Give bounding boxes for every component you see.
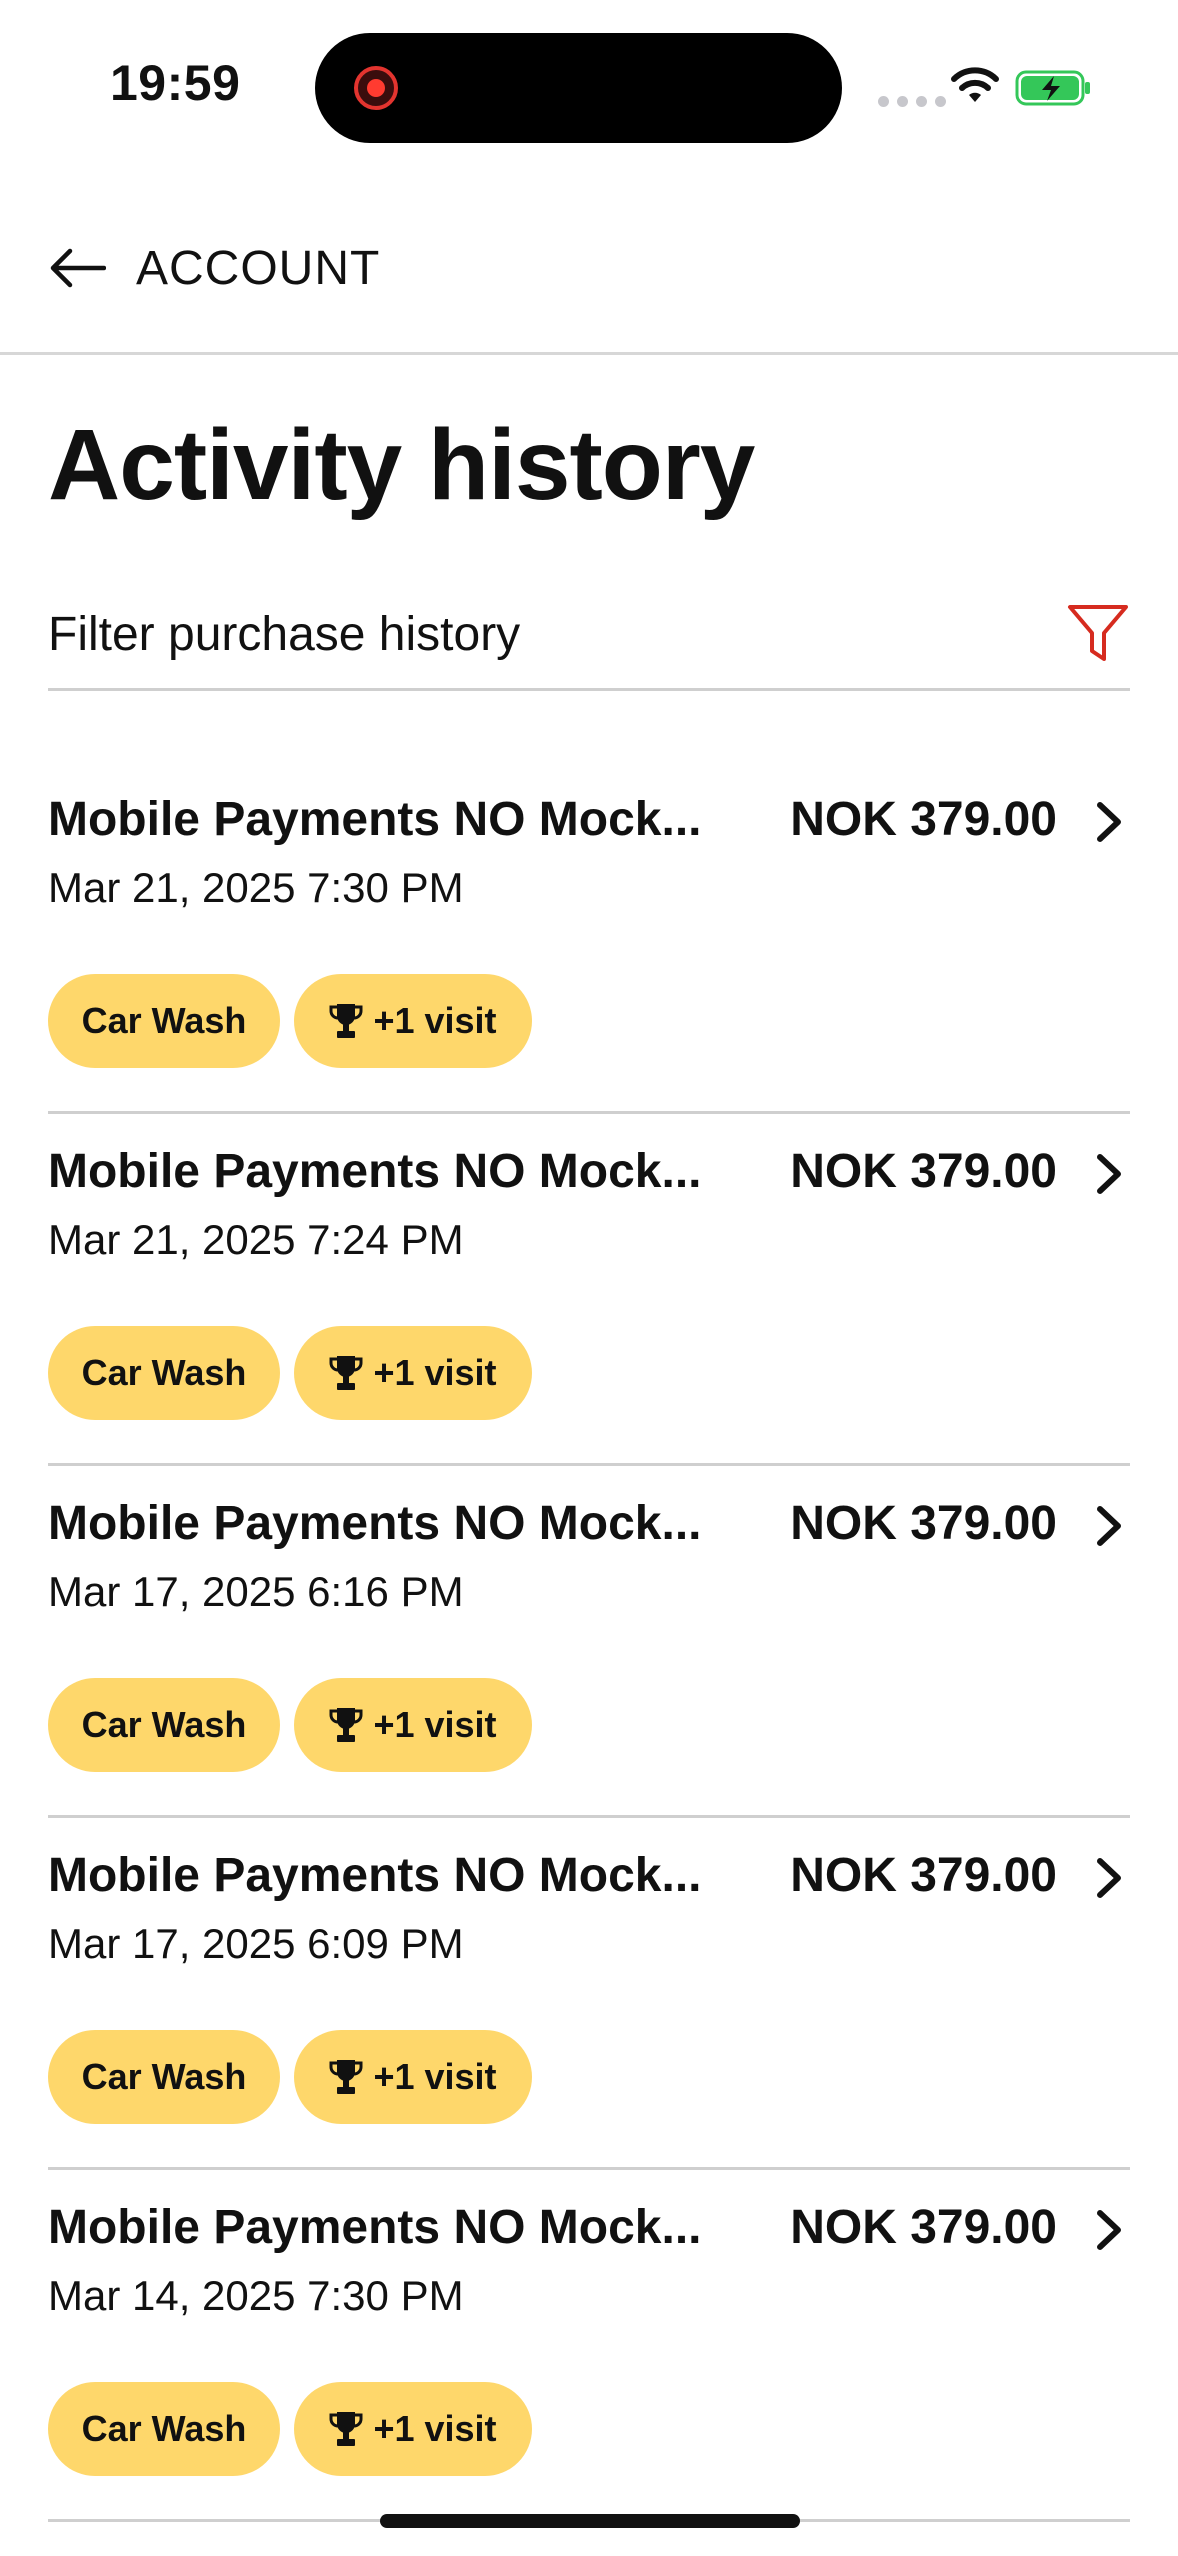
- amount: NOK 379.00: [790, 2201, 1057, 2254]
- top-nav-bar: ACCOUNT: [0, 190, 1178, 355]
- category-tag: Car Wash: [48, 2030, 280, 2124]
- category-tag: Car Wash: [48, 1326, 280, 1420]
- visit-label: +1 visit: [373, 2408, 497, 2449]
- back-label: ACCOUNT: [136, 241, 381, 295]
- visit-tag: +1 visit: [294, 1678, 532, 1772]
- activity-item[interactable]: Mobile Payments NO Mock... NOK 379.00 Ma…: [48, 1114, 1130, 1466]
- funnel-icon[interactable]: [1066, 601, 1130, 665]
- trophy-icon: [329, 2412, 363, 2446]
- merchant-name: Mobile Payments NO Mock...: [48, 1145, 702, 1198]
- chevron-right-icon: [1097, 1858, 1121, 1898]
- chevron-right-icon: [1097, 1506, 1121, 1546]
- visit-tag: +1 visit: [294, 2030, 532, 2124]
- amount: NOK 379.00: [790, 1849, 1057, 1902]
- category-tag: Car Wash: [48, 974, 280, 1068]
- purchase-date: Mar 21, 2025 7:30 PM: [48, 864, 464, 911]
- visit-tag: +1 visit: [294, 1326, 532, 1420]
- activity-list: Mobile Payments NO Mock... NOK 379.00 Ma…: [48, 762, 1130, 2522]
- tags: Car Wash +1 visit: [48, 2030, 532, 2124]
- merchant-name: Mobile Payments NO Mock...: [48, 1849, 702, 1902]
- chevron-right-icon: [1097, 802, 1121, 842]
- visit-tag: +1 visit: [294, 2382, 532, 2476]
- tags: Car Wash +1 visit: [48, 2382, 532, 2476]
- home-indicator[interactable]: [380, 2514, 800, 2528]
- visit-label: +1 visit: [373, 2056, 497, 2097]
- category-tag: Car Wash: [48, 2382, 280, 2476]
- chevron-right-icon: [1097, 2210, 1121, 2250]
- activity-item[interactable]: Mobile Payments NO Mock... NOK 379.00 Ma…: [48, 2170, 1130, 2522]
- activity-item[interactable]: Mobile Payments NO Mock... NOK 379.00 Ma…: [48, 1818, 1130, 2170]
- chevron-right-icon: [1097, 1154, 1121, 1194]
- status-time: 19:59: [110, 55, 241, 111]
- filter-label: Filter purchase history: [48, 608, 521, 661]
- purchase-date: Mar 17, 2025 6:09 PM: [48, 1920, 464, 1967]
- back-button[interactable]: ACCOUNT: [48, 228, 380, 308]
- purchase-date: Mar 14, 2025 7:30 PM: [48, 2272, 464, 2319]
- merchant-name: Mobile Payments NO Mock...: [48, 1497, 702, 1550]
- activity-history-screen: 19:59 ACCOUNT Activity history Filter pu…: [0, 0, 1178, 2556]
- amount: NOK 379.00: [790, 1497, 1057, 1550]
- purchase-date: Mar 21, 2025 7:24 PM: [48, 1216, 464, 1263]
- activity-item[interactable]: Mobile Payments NO Mock... NOK 379.00 Ma…: [48, 762, 1130, 1114]
- tags: Car Wash +1 visit: [48, 974, 532, 1068]
- visit-label: +1 visit: [373, 1000, 497, 1041]
- filter-purchase-history[interactable]: Filter purchase history: [48, 585, 1130, 691]
- category-tag: Car Wash: [48, 1678, 280, 1772]
- page-title: Activity history: [48, 409, 755, 521]
- merchant-name: Mobile Payments NO Mock...: [48, 2201, 702, 2254]
- purchase-date: Mar 17, 2025 6:16 PM: [48, 1568, 464, 1615]
- battery-charging-icon: [1015, 70, 1090, 106]
- visit-label: +1 visit: [373, 1352, 497, 1393]
- trophy-icon: [329, 1708, 363, 1742]
- visit-label: +1 visit: [373, 1704, 497, 1745]
- trophy-icon: [329, 2060, 363, 2094]
- trophy-icon: [329, 1356, 363, 1390]
- visit-tag: +1 visit: [294, 974, 532, 1068]
- merchant-name: Mobile Payments NO Mock...: [48, 793, 702, 846]
- activity-item[interactable]: Mobile Payments NO Mock... NOK 379.00 Ma…: [48, 1466, 1130, 1818]
- trophy-icon: [329, 1004, 363, 1038]
- signal-icon: [878, 96, 946, 107]
- tags: Car Wash +1 visit: [48, 1678, 532, 1772]
- amount: NOK 379.00: [790, 793, 1057, 846]
- status-bar: 19:59: [0, 0, 1178, 150]
- tags: Car Wash +1 visit: [48, 1326, 532, 1420]
- dynamic-island: [315, 33, 842, 143]
- screen-recording-icon[interactable]: [354, 66, 398, 110]
- arrow-left-icon: [50, 248, 106, 288]
- amount: NOK 379.00: [790, 1145, 1057, 1198]
- wifi-icon: [951, 67, 999, 102]
